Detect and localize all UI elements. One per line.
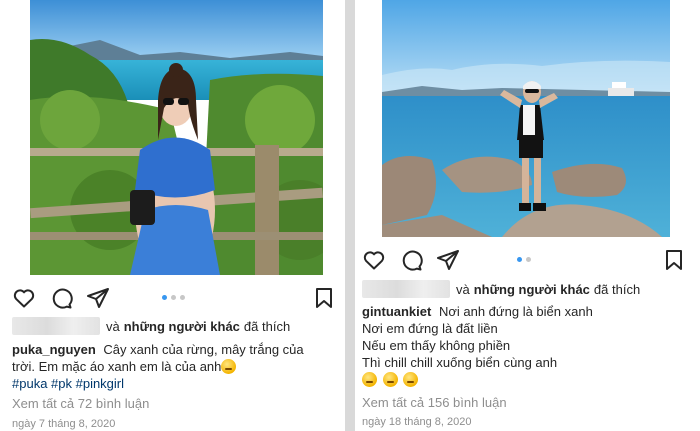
carousel-dot — [180, 295, 185, 300]
view-comments-link[interactable]: Xem tất cả 156 bình luận — [362, 395, 507, 410]
carousel-dot — [162, 295, 167, 300]
post-caption: puka_nguyen Cây xanh của rừng, mây trắng… — [12, 341, 312, 392]
comment-icon[interactable] — [399, 248, 423, 272]
post-puka: và những người khác đã thích puka_nguyen… — [0, 0, 345, 431]
caption-username[interactable]: gintuankiet — [362, 304, 431, 319]
view-comments-link[interactable]: Xem tất cả 72 bình luận — [12, 396, 149, 411]
caption-text: Cây xanh của rừng, mây trắng của — [103, 342, 304, 357]
post-caption: gintuankiet Nơi anh đứng là biển xanh Nơ… — [362, 303, 672, 388]
post-photo[interactable] — [382, 0, 670, 237]
heart-icon[interactable] — [362, 248, 386, 272]
blurred-username — [362, 280, 450, 298]
grimace-emoji-icon — [221, 359, 237, 374]
caption-text: trời. Em mặc áo xanh em là của anh — [12, 359, 222, 374]
grimace-emoji-icon — [362, 372, 377, 387]
share-icon[interactable] — [436, 248, 460, 272]
post-gintuankiet: và những người khác đã thích gintuankiet… — [355, 0, 700, 431]
caption-text: Nơi em đứng là đất liền — [362, 321, 498, 336]
post-date: ngày 7 tháng 8, 2020 — [12, 418, 116, 430]
emoji-row — [362, 371, 672, 388]
carousel-dot — [517, 257, 522, 262]
post-date: ngày 18 tháng 8, 2020 — [362, 416, 472, 428]
likes-suffix: đã thích — [593, 281, 641, 297]
comment-icon[interactable] — [49, 286, 73, 310]
likes-prefix: và — [106, 318, 120, 334]
likes-prefix: và — [456, 281, 470, 297]
post-actions — [362, 248, 684, 274]
caption-text: Nếu em thấy không phiền — [362, 338, 511, 353]
caption-username[interactable]: puka_nguyen — [12, 342, 96, 357]
blurred-username — [12, 317, 100, 335]
likes-line[interactable]: và những người khác đã thích — [362, 280, 640, 298]
likes-others[interactable]: những người khác — [474, 282, 590, 297]
likes-others[interactable]: những người khác — [124, 319, 240, 334]
caption-text: Thì chill chill xuống biển cùng anh — [362, 355, 558, 370]
carousel-dot — [171, 295, 176, 300]
bookmark-icon[interactable] — [662, 248, 686, 272]
heart-icon[interactable] — [12, 286, 36, 310]
hashtags[interactable]: #puka #pk #pinkgirl — [12, 375, 312, 392]
bookmark-icon[interactable] — [312, 286, 336, 310]
share-icon[interactable] — [86, 286, 110, 310]
post-photo[interactable] — [30, 0, 323, 275]
carousel-dot — [526, 257, 531, 262]
carousel-dots — [162, 295, 185, 301]
caption-text: Nơi anh đứng là biển xanh — [438, 304, 593, 319]
likes-line[interactable]: và những người khác đã thích — [12, 317, 290, 335]
grimace-emoji-icon — [403, 372, 419, 387]
grimace-emoji-icon — [382, 372, 398, 387]
carousel-dots — [517, 257, 531, 263]
likes-suffix: đã thích — [243, 318, 291, 334]
post-actions — [12, 286, 334, 312]
